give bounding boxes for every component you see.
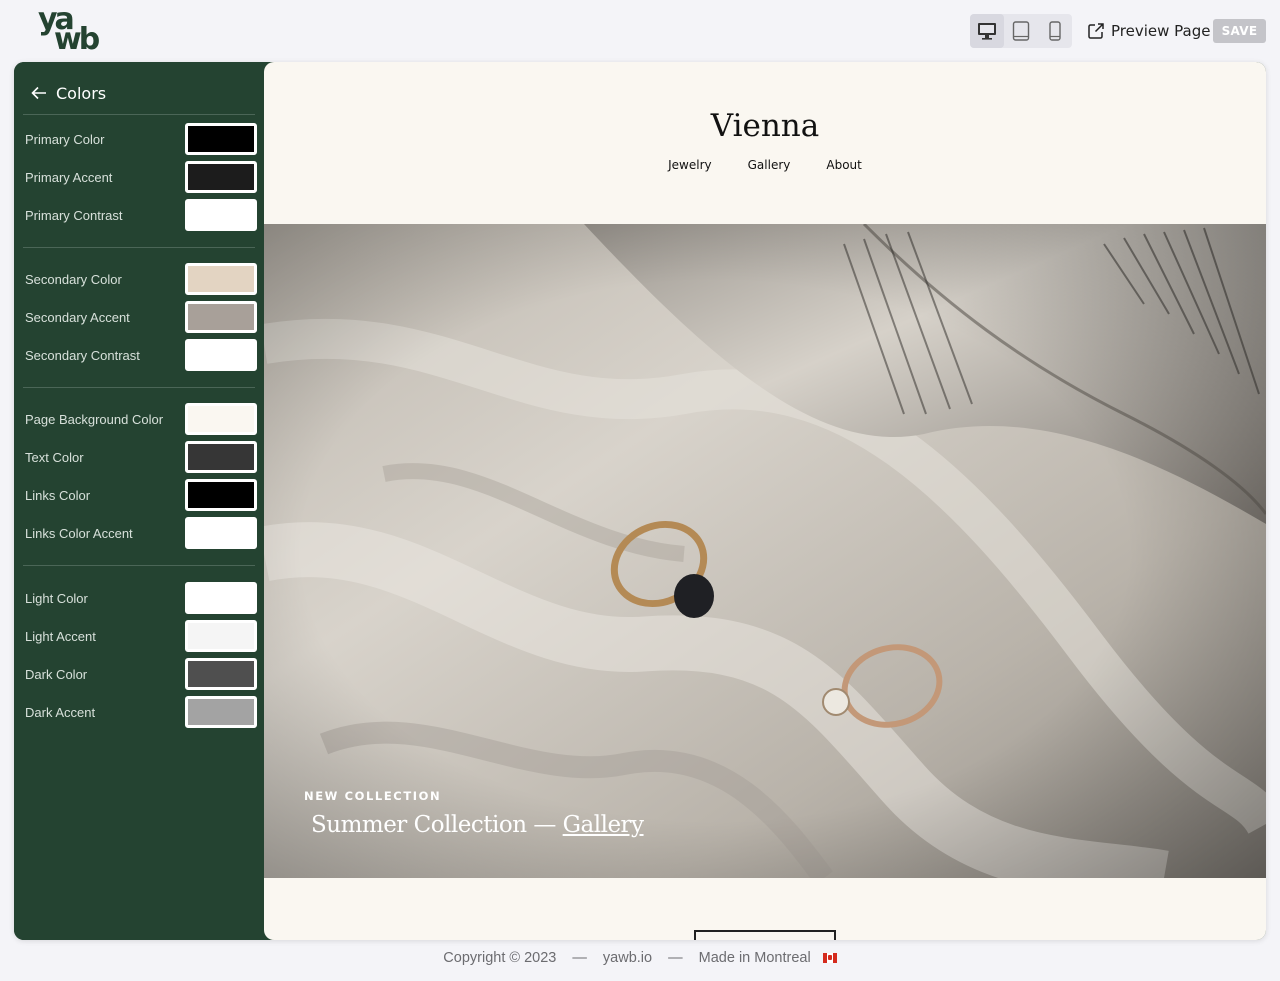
hero-kicker: NEW COLLECTION — [304, 789, 442, 803]
divider — [23, 114, 255, 115]
footer-site-link[interactable]: yawb.io — [603, 950, 652, 966]
footer-made-in: Made in Montreal — [698, 950, 811, 966]
color-swatch[interactable] — [185, 479, 257, 511]
color-row-primary-contrast: Primary Contrast — [25, 199, 257, 231]
footer: Copyright © 2023 — yawb.io — Made in Mon… — [0, 950, 1280, 966]
hero-gallery-link[interactable]: Gallery — [563, 812, 644, 838]
arrow-left-icon — [31, 86, 46, 100]
logo-text-bottom: wb — [54, 22, 100, 57]
color-swatch[interactable] — [185, 582, 257, 614]
color-swatch[interactable] — [185, 161, 257, 193]
back-to-menu-button[interactable]: Colors — [30, 80, 106, 106]
desktop-icon — [978, 23, 996, 40]
mobile-icon — [1049, 21, 1061, 41]
save-button[interactable]: SAVE — [1213, 19, 1266, 43]
color-swatch[interactable] — [185, 199, 257, 231]
mobile-view-button[interactable] — [1038, 14, 1072, 48]
hero-image — [264, 224, 1266, 878]
preview-page-link[interactable]: Preview Page — [1087, 20, 1210, 42]
color-label: Links Color — [25, 487, 91, 503]
color-row-secondary-accent: Secondary Accent — [25, 301, 257, 333]
color-label: Text Color — [25, 449, 84, 465]
color-swatch[interactable] — [185, 123, 257, 155]
color-row-secondary-contrast: Secondary Contrast — [25, 339, 257, 371]
hero-headline-text: Summer Collection — — [311, 812, 563, 838]
color-swatch[interactable] — [185, 263, 257, 295]
color-row-light-color: Light Color — [25, 582, 257, 614]
color-label: Primary Contrast — [25, 207, 123, 223]
site-nav: Jewelry Gallery About — [264, 158, 1266, 172]
nav-link-gallery[interactable]: Gallery — [748, 158, 791, 172]
external-link-icon — [1088, 23, 1104, 39]
color-row-dark-accent: Dark Accent — [25, 696, 257, 728]
color-swatch[interactable] — [185, 339, 257, 371]
color-label: Dark Accent — [25, 704, 96, 720]
nav-link-jewelry[interactable]: Jewelry — [668, 158, 712, 172]
tablet-icon — [1012, 21, 1030, 41]
sidebar-title: Colors — [56, 83, 107, 103]
color-swatch[interactable] — [185, 620, 257, 652]
color-label: Secondary Color — [25, 271, 122, 287]
color-row-text-color: Text Color — [25, 441, 257, 473]
color-swatch[interactable] — [185, 403, 257, 435]
device-toggle — [970, 14, 1072, 48]
color-label: Page Background Color — [25, 411, 164, 427]
editor-frame: Colors Primary Color Primary Accent Prim… — [14, 62, 1266, 940]
color-row-secondary-color: Secondary Color — [25, 263, 257, 295]
cta-button[interactable] — [694, 930, 836, 940]
color-label: Primary Color — [25, 131, 105, 147]
divider — [23, 387, 255, 388]
colors-sidebar: Colors Primary Color Primary Accent Prim… — [14, 62, 264, 940]
divider — [23, 247, 255, 248]
tablet-view-button[interactable] — [1004, 14, 1038, 48]
nav-link-about[interactable]: About — [826, 158, 861, 172]
footer-copyright: Copyright © 2023 — [443, 950, 557, 966]
color-label: Links Color Accent — [25, 525, 133, 541]
footer-separator: — — [572, 950, 587, 966]
color-swatch[interactable] — [185, 658, 257, 690]
hero-banner[interactable]: NEW COLLECTION Summer Collection — Galle… — [264, 224, 1266, 878]
site-title[interactable]: Vienna — [264, 108, 1266, 144]
hero-headline: Summer Collection — Gallery — [311, 812, 644, 838]
canada-flag-icon — [822, 953, 837, 963]
color-row-light-accent: Light Accent — [25, 620, 257, 652]
color-row-primary-color: Primary Color — [25, 123, 257, 155]
color-swatch[interactable] — [185, 517, 257, 549]
preview-page-label: Preview Page — [1111, 22, 1211, 40]
color-row-links-color-accent: Links Color Accent — [25, 517, 257, 549]
color-row-dark-color: Dark Color — [25, 658, 257, 690]
color-label: Light Color — [25, 590, 88, 606]
color-swatch[interactable] — [185, 696, 257, 728]
color-swatch[interactable] — [185, 301, 257, 333]
color-row-links-color: Links Color — [25, 479, 257, 511]
color-label: Secondary Contrast — [25, 347, 140, 363]
color-row-page-background: Page Background Color — [25, 403, 257, 435]
footer-separator: — — [668, 950, 683, 966]
divider — [23, 565, 255, 566]
color-row-primary-accent: Primary Accent — [25, 161, 257, 193]
yawb-logo[interactable]: ya wb — [38, 2, 110, 57]
color-swatch[interactable] — [185, 441, 257, 473]
color-label: Primary Accent — [25, 169, 113, 185]
desktop-view-button[interactable] — [970, 14, 1004, 48]
color-label: Secondary Accent — [25, 309, 130, 325]
site-preview: Vienna Jewelry Gallery About NEW COLLECT… — [264, 62, 1266, 940]
color-label: Light Accent — [25, 628, 96, 644]
color-label: Dark Color — [25, 666, 88, 682]
